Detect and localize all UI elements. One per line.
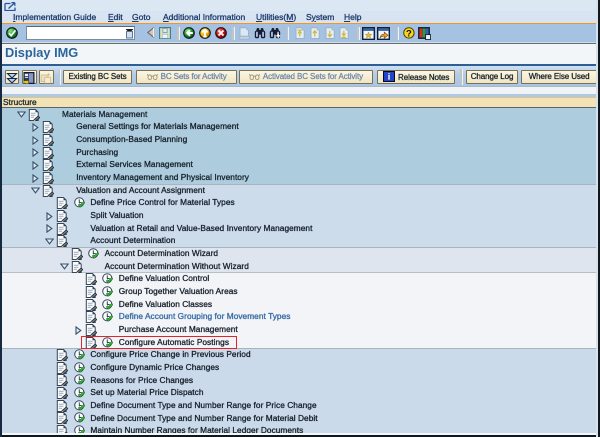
svg-text:?: ? <box>405 28 411 39</box>
